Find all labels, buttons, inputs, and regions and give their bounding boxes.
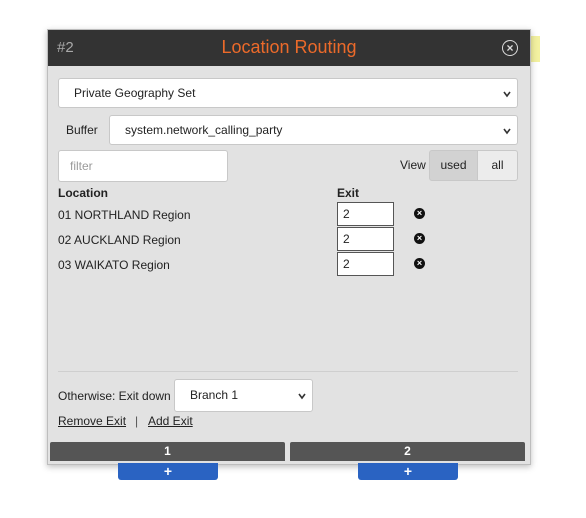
add-exit-link[interactable]: Add Exit: [148, 414, 193, 428]
branch-tab-1[interactable]: 1: [50, 442, 285, 461]
remove-row-icon[interactable]: ×: [414, 258, 425, 269]
otherwise-branch-value: Branch 1: [190, 388, 239, 402]
close-icon[interactable]: ×: [502, 40, 518, 56]
branch-tab-2[interactable]: 2: [290, 442, 525, 461]
geography-set-select[interactable]: Private Geography Set: [58, 78, 518, 108]
panel-title: Location Routing: [221, 37, 357, 57]
location-row-label: 02 AUCKLAND Region: [58, 233, 181, 247]
otherwise-label: Otherwise: Exit down: [58, 389, 171, 403]
otherwise-branch-select[interactable]: Branch 1: [174, 379, 313, 412]
view-label: View: [400, 158, 426, 172]
buffer-value: system.network_calling_party: [125, 123, 283, 137]
action-separator: |: [135, 414, 139, 428]
chevron-down-icon: [298, 393, 306, 400]
location-row-label: 03 WAIKATO Region: [58, 258, 170, 272]
add-branch-1-button[interactable]: +: [118, 463, 218, 480]
buffer-label: Buffer: [66, 123, 98, 137]
buffer-select[interactable]: system.network_calling_party: [109, 115, 518, 145]
filter-input[interactable]: filter: [58, 150, 228, 182]
location-routing-panel: #2 Location Routing × Private Geography …: [47, 29, 531, 465]
add-branch-2-button[interactable]: +: [358, 463, 458, 480]
divider: [58, 371, 518, 372]
chevron-down-icon: [503, 91, 511, 98]
exit-input[interactable]: 2: [337, 252, 394, 276]
geography-set-value: Private Geography Set: [74, 86, 196, 100]
exit-column-header: Exit: [337, 186, 360, 200]
location-column-header: Location: [58, 186, 108, 200]
remove-row-icon[interactable]: ×: [414, 208, 425, 219]
view-all-toggle[interactable]: all: [478, 150, 518, 181]
view-used-toggle[interactable]: used: [429, 150, 478, 181]
title-bar[interactable]: #2 Location Routing ×: [48, 30, 530, 66]
location-row-label: 01 NORTHLAND Region: [58, 208, 191, 222]
remove-row-icon[interactable]: ×: [414, 233, 425, 244]
exit-input[interactable]: 2: [337, 227, 394, 251]
exit-input[interactable]: 2: [337, 202, 394, 226]
remove-exit-link[interactable]: Remove Exit: [58, 414, 126, 428]
chevron-down-icon: [503, 128, 511, 135]
filter-placeholder: filter: [70, 159, 93, 173]
